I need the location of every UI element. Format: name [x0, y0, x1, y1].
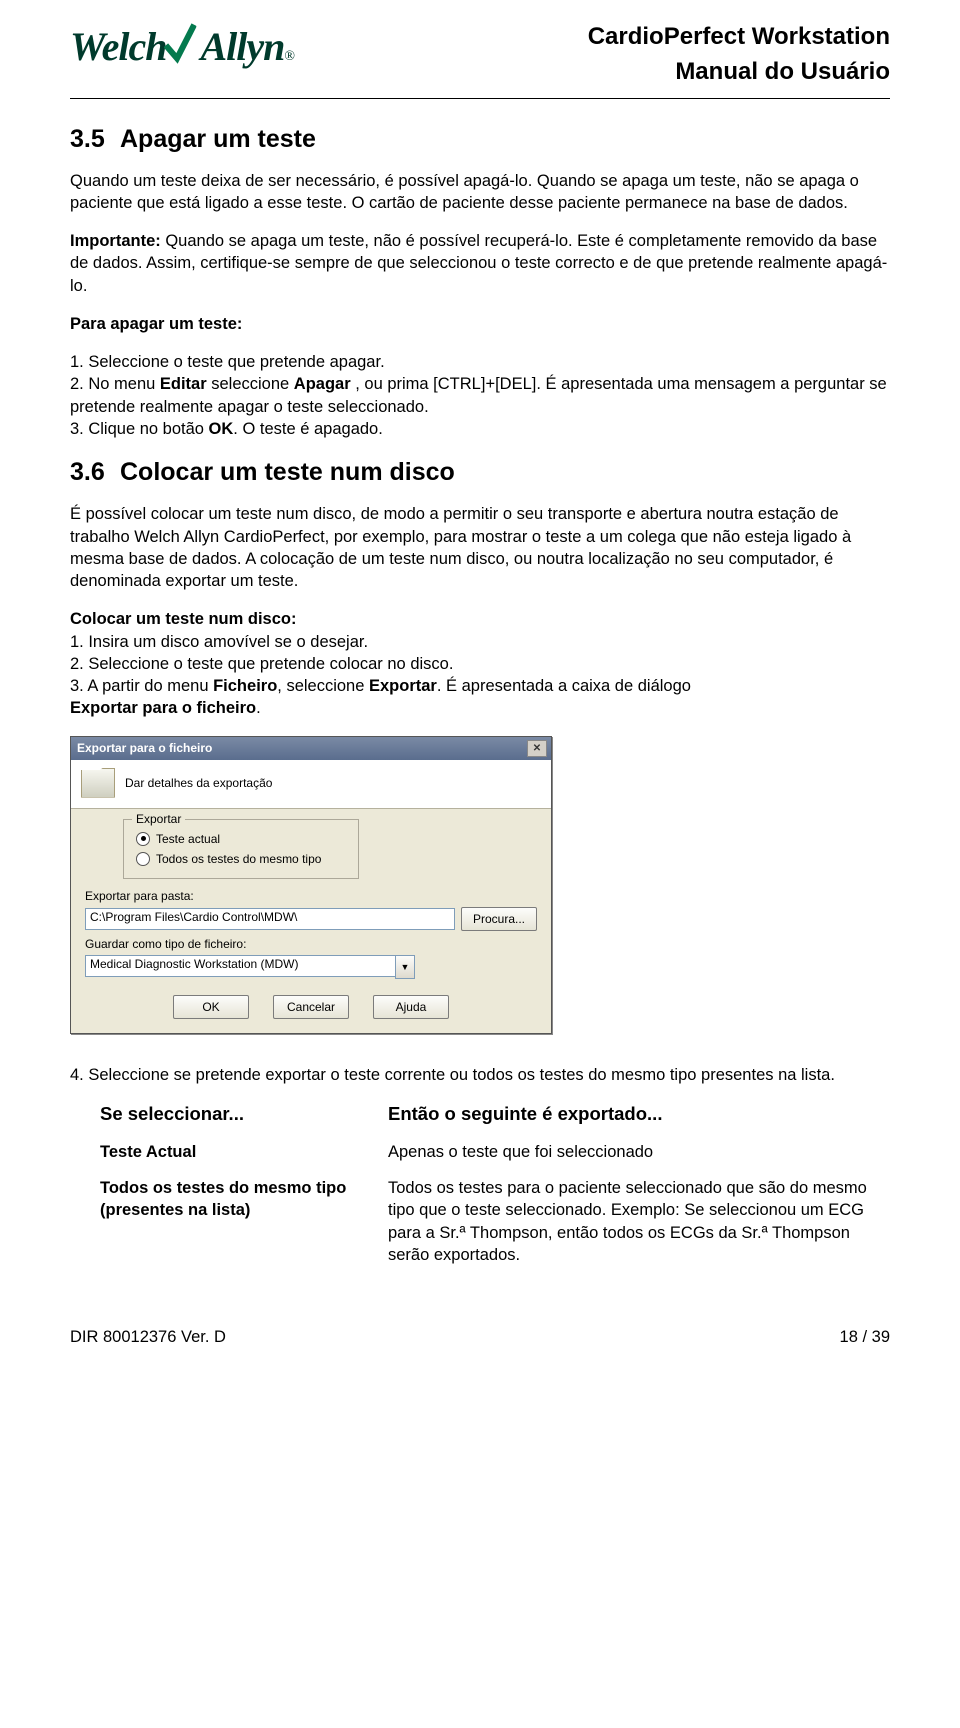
filetype-select[interactable]: Medical Diagnostic Workstation (MDW) [85, 955, 395, 977]
page-header: Welch Allyn ® CardioPerfect Workstation … [70, 20, 890, 99]
left-opt1: Teste Actual [100, 1141, 370, 1163]
dialog-subtitle: Dar detalhes da exportação [125, 776, 272, 790]
radio-icon-checked[interactable] [136, 832, 150, 846]
folder-input[interactable]: C:\Program Files\Cardio Control\MDW\ [85, 908, 455, 930]
logo-check-icon [163, 23, 201, 71]
s35-list: 1. Seleccione o teste que pretende apaga… [70, 351, 890, 440]
section-3-5-title: 3.5Apagar um teste [70, 125, 890, 154]
cancel-button[interactable]: Cancelar [273, 995, 349, 1019]
filetype-label: Guardar como tipo de ficheiro: [85, 937, 537, 951]
help-button[interactable]: Ajuda [373, 995, 449, 1019]
radio-current-test[interactable]: Teste actual [136, 828, 346, 848]
folder-label: Exportar para pasta: [85, 889, 537, 903]
folder-icon [81, 768, 115, 798]
s35-p2: Importante: Quando se apaga um teste, nã… [70, 230, 890, 297]
right-desc2: Todos os testes para o paciente seleccio… [388, 1177, 890, 1266]
logo-reg: ® [284, 49, 295, 65]
browse-button[interactable]: Procura... [461, 907, 537, 931]
doc-ref: DIR 80012376 Ver. D [70, 1328, 226, 1347]
s36-p1: É possível colocar um teste num disco, d… [70, 503, 890, 592]
ok-button[interactable]: OK [173, 995, 249, 1019]
s36-list: Colocar um teste num disco: 1. Insira um… [70, 608, 890, 719]
export-group: Exportar Teste actual Todos os testes do… [123, 819, 359, 879]
radio-all-tests[interactable]: Todos os testes do mesmo tipo [136, 848, 346, 868]
doc-title-line1: CardioPerfect Workstation [588, 20, 890, 55]
dialog-subheader: Dar detalhes da exportação [71, 760, 551, 809]
left-header: Se seleccionar... [100, 1102, 370, 1127]
chevron-down-icon[interactable]: ▼ [395, 955, 415, 979]
selection-table: Se seleccionar... Teste Actual Todos os … [100, 1102, 890, 1280]
right-header: Então o seguinte é exportado... [388, 1102, 890, 1127]
brand-logo: Welch Allyn ® [70, 20, 295, 70]
page-footer: DIR 80012376 Ver. D 18 / 39 [70, 1328, 890, 1347]
page-number: 18 / 39 [840, 1328, 890, 1347]
left-opt2: Todos os testes do mesmo tipo (presentes… [100, 1177, 370, 1222]
logo-text-1: Welch [70, 23, 166, 70]
export-dialog: Exportar para o ficheiro ✕ Dar detalhes … [70, 736, 552, 1034]
doc-title-line2: Manual do Usuário [588, 55, 890, 90]
group-legend: Exportar [132, 812, 185, 826]
s35-p1: Quando um teste deixa de ser necessário,… [70, 170, 890, 215]
doc-title: CardioPerfect Workstation Manual do Usuá… [588, 20, 890, 90]
s35-p3: Para apagar um teste: [70, 313, 890, 335]
dialog-title: Exportar para o ficheiro [77, 741, 212, 755]
dialog-title-bar[interactable]: Exportar para o ficheiro ✕ [71, 737, 551, 760]
section-3-6-title: 3.6Colocar um teste num disco [70, 458, 890, 487]
radio-icon[interactable] [136, 852, 150, 866]
step-4: 4. Seleccione se pretende exportar o tes… [70, 1064, 890, 1086]
close-icon[interactable]: ✕ [527, 740, 547, 757]
logo-text-2: Allyn [200, 23, 284, 70]
right-desc1: Apenas o teste que foi seleccionado [388, 1141, 890, 1163]
